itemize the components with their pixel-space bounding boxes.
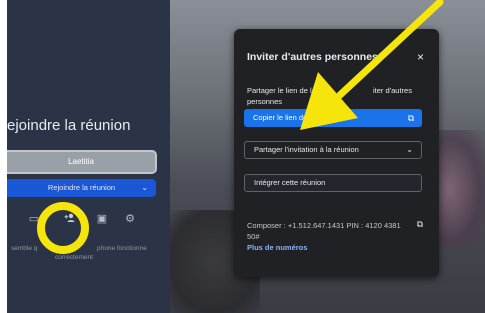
share-invitation-label: Partager l'invitation à la réunion bbox=[254, 145, 359, 154]
more-numbers-link[interactable]: Plus de numéros bbox=[247, 243, 307, 252]
desc-line2: personnes bbox=[247, 97, 283, 106]
device-toolbar: ▭ ▣ ⚙ bbox=[7, 212, 167, 232]
dialog-title: Inviter d'autres personnes bbox=[247, 51, 378, 63]
copy-link-label: Copier le lien de la réunion bbox=[253, 113, 343, 122]
dialog-description: Partager le lien de la iter d'autres per… bbox=[247, 85, 422, 107]
chevron-down-icon[interactable]: ⌄ bbox=[141, 179, 148, 197]
gear-icon[interactable]: ⚙ bbox=[123, 212, 137, 226]
image-icon[interactable]: ▣ bbox=[95, 212, 109, 226]
embed-meeting-button[interactable]: Intégrer cette réunion bbox=[244, 174, 422, 192]
copy-icon[interactable]: ⧉ bbox=[417, 219, 423, 230]
audio-text-start: semble q bbox=[11, 245, 38, 252]
close-icon[interactable]: × bbox=[417, 50, 424, 64]
desc-end: iter d'autres bbox=[373, 86, 412, 95]
share-invitation-dropdown[interactable]: Partager l'invitation à la réunion ⌄ bbox=[244, 141, 422, 159]
desc-start: Partager le lien de la bbox=[247, 86, 316, 95]
camera-icon[interactable]: ▭ bbox=[27, 212, 41, 226]
chevron-down-icon: ⌄ bbox=[406, 145, 413, 154]
meeting-screen: ejoindre la réunion Laetitia Rejoindre l… bbox=[7, 0, 485, 313]
join-button-label: Rejoindre la réunion bbox=[47, 183, 116, 192]
invite-dialog: Inviter d'autres personnes × Partager le… bbox=[234, 29, 439, 277]
join-button[interactable]: Rejoindre la réunion ⌄ bbox=[7, 179, 156, 197]
add-person-icon[interactable] bbox=[63, 212, 77, 226]
dial-in-info: Composer : +1.512.647.1431 PIN : 4120 43… bbox=[247, 221, 401, 241]
audio-text-end: phone fonctionne bbox=[97, 245, 147, 252]
copy-link-button[interactable]: Copier le lien de la réunion ⧉ bbox=[244, 109, 422, 127]
join-title: ejoindre la réunion bbox=[7, 117, 131, 134]
audio-text-line2: correctement bbox=[55, 254, 93, 261]
name-field[interactable]: Laetitia bbox=[7, 150, 157, 174]
add-person-svg bbox=[64, 213, 75, 222]
copy-icon: ⧉ bbox=[407, 113, 414, 123]
embed-label: Intégrer cette réunion bbox=[254, 178, 326, 187]
join-panel: ejoindre la réunion Laetitia Rejoindre l… bbox=[7, 0, 170, 313]
